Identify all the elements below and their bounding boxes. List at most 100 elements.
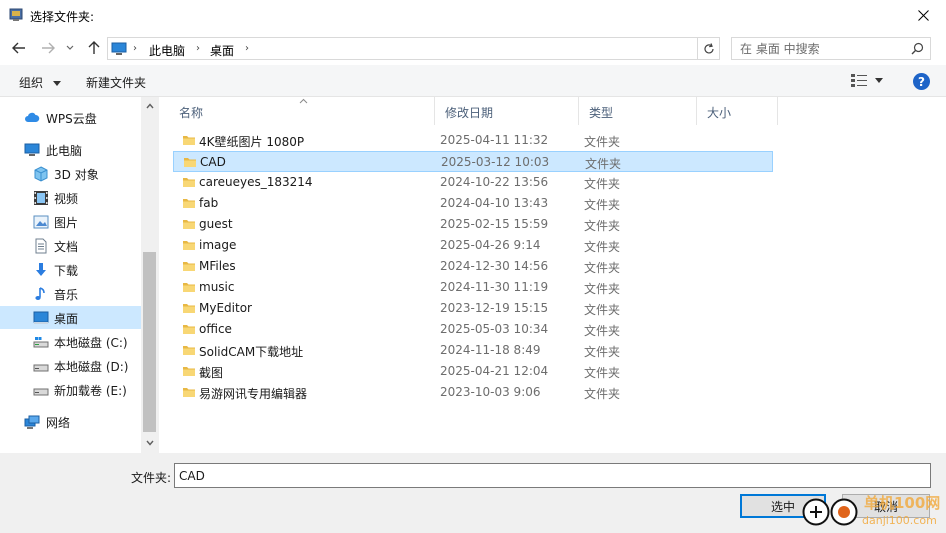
folder-icon	[183, 325, 195, 334]
drive-icon	[33, 364, 49, 372]
file-type: 文件夹	[584, 240, 621, 254]
column-header-name[interactable]: 名称	[169, 97, 435, 125]
file-date: 2024-11-30 11:19	[440, 280, 549, 294]
file-date: 2024-12-30 14:56	[440, 259, 549, 273]
nav-item-label: 音乐	[54, 288, 79, 302]
nav-item-label: 网络	[46, 416, 71, 430]
file-row[interactable]: MFiles 2024-12-30 14:56 文件夹	[173, 256, 773, 277]
file-row[interactable]: office 2025-05-03 10:34 文件夹	[173, 319, 773, 340]
video-icon	[34, 191, 48, 205]
file-type: 文件夹	[584, 303, 621, 317]
scroll-up-icon[interactable]	[145, 101, 155, 111]
folder-icon	[183, 367, 195, 376]
drive-icon	[33, 337, 49, 348]
file-row[interactable]: CAD 2025-03-12 10:03 文件夹	[173, 151, 773, 172]
file-type: 文件夹	[584, 219, 621, 233]
file-name: careueyes_183214	[199, 175, 313, 189]
forward-button[interactable]	[38, 38, 58, 58]
help-button[interactable]: ?	[913, 73, 930, 90]
file-row[interactable]: MyEditor 2023-12-19 15:15 文件夹	[173, 298, 773, 319]
file-row[interactable]: SolidCAM下载地址 2024-11-18 8:49 文件夹	[173, 340, 773, 361]
search-icon[interactable]	[911, 42, 924, 55]
overlay-icons	[802, 498, 858, 526]
organize-button[interactable]: 组织	[19, 74, 61, 91]
nav-item-pictures[interactable]: 图片	[0, 210, 141, 233]
refresh-button[interactable]	[698, 37, 720, 60]
nav-item-label: 图片	[54, 216, 79, 230]
nav-item-label: 文档	[54, 240, 79, 254]
file-name: MFiles	[199, 259, 236, 273]
file-date: 2024-04-10 13:43	[440, 196, 549, 210]
file-type: 文件夹	[584, 387, 621, 401]
details-view-icon	[851, 74, 867, 87]
file-name: music	[199, 280, 235, 294]
file-row[interactable]: image 2025-04-26 9:14 文件夹	[173, 235, 773, 256]
file-row[interactable]: guest 2025-02-15 15:59 文件夹	[173, 214, 773, 235]
nav-item-drive-c[interactable]: 本地磁盘 (C:)	[0, 330, 141, 353]
address-bar[interactable]: › 此电脑 › 桌面 ›	[107, 37, 796, 60]
arrow-up-icon	[88, 41, 100, 54]
file-row[interactable]: fab 2024-04-10 13:43 文件夹	[173, 193, 773, 214]
nav-item-drive-e[interactable]: 新加载卷 (E:)	[0, 378, 141, 401]
nav-item-wps-cloud[interactable]: WPS云盘	[0, 106, 141, 129]
breadcrumb-separator: ›	[245, 43, 249, 54]
breadcrumb-this-pc[interactable]: 此电脑	[149, 42, 185, 59]
close-button[interactable]	[900, 0, 946, 31]
nav-item-videos[interactable]: 视频	[0, 186, 141, 209]
view-options-button[interactable]	[851, 73, 883, 87]
file-row[interactable]: 截图 2025-04-21 12:04 文件夹	[173, 361, 773, 382]
organize-label: 组织	[19, 76, 44, 90]
nav-item-drive-d[interactable]: 本地磁盘 (D:)	[0, 354, 141, 377]
nav-item-network[interactable]: 网络	[0, 410, 141, 433]
column-header-date[interactable]: 修改日期	[435, 97, 579, 125]
arrow-left-icon	[12, 42, 25, 54]
file-row[interactable]: music 2024-11-30 11:19 文件夹	[173, 277, 773, 298]
nav-item-music[interactable]: 音乐	[0, 282, 141, 305]
folder-name-input[interactable]	[174, 463, 931, 488]
sort-ascending-icon	[299, 98, 308, 104]
file-name: SolidCAM下载地址	[199, 345, 304, 359]
new-folder-button[interactable]: 新建文件夹	[86, 74, 146, 91]
back-button[interactable]	[9, 38, 29, 58]
nav-item-this-pc[interactable]: 此电脑	[0, 138, 141, 161]
column-header-size[interactable]: 大小	[697, 97, 778, 125]
refresh-icon	[703, 42, 714, 53]
folder-icon	[183, 283, 195, 292]
column-header-type[interactable]: 类型	[579, 97, 697, 125]
caret-down-icon	[875, 77, 883, 83]
file-name: 4K壁纸图片 1080P	[199, 135, 305, 149]
file-row[interactable]: 4K壁纸图片 1080P 2025-04-11 11:32 文件夹	[173, 130, 773, 151]
nav-item-desktop[interactable]: 桌面	[0, 306, 141, 329]
folder-icon	[183, 262, 195, 271]
recent-locations-button[interactable]	[63, 38, 77, 58]
cloud-icon	[25, 112, 40, 122]
nav-item-label: 3D 对象	[54, 168, 99, 182]
nav-item-documents[interactable]: 文档	[0, 234, 141, 257]
column-date-label: 修改日期	[445, 106, 494, 120]
file-row[interactable]: 易游网讯专用编辑器 2023-10-03 9:06 文件夹	[173, 382, 773, 403]
file-name: office	[199, 322, 232, 336]
column-name-label: 名称	[179, 106, 204, 120]
nav-item-label: 新加载卷 (E:)	[54, 384, 127, 398]
breadcrumb-desktop[interactable]: 桌面	[210, 42, 234, 59]
nav-item-label: 下载	[54, 264, 79, 278]
search-input[interactable]	[732, 38, 908, 59]
file-date: 2025-05-03 10:34	[440, 322, 549, 336]
nav-item-3d-objects[interactable]: 3D 对象	[0, 162, 141, 185]
file-date: 2024-11-18 8:49	[440, 343, 541, 357]
folder-icon	[183, 178, 195, 187]
chevron-down-icon	[66, 45, 74, 50]
drive-icon	[33, 388, 49, 396]
nav-scrollbar[interactable]	[141, 97, 158, 453]
nav-item-downloads[interactable]: 下载	[0, 258, 141, 281]
up-button[interactable]	[84, 38, 104, 58]
file-row[interactable]: careueyes_183214 2024-10-22 13:56 文件夹	[173, 172, 773, 193]
file-date: 2023-10-03 9:06	[440, 385, 541, 399]
caret-down-icon	[52, 81, 61, 86]
plus-circle-icon	[802, 498, 830, 526]
app-icon	[9, 8, 23, 21]
scroll-down-icon[interactable]	[145, 438, 155, 448]
nav-scroll-thumb[interactable]	[143, 252, 156, 432]
file-date: 2025-04-26 9:14	[440, 238, 541, 252]
search-box[interactable]	[731, 37, 931, 60]
